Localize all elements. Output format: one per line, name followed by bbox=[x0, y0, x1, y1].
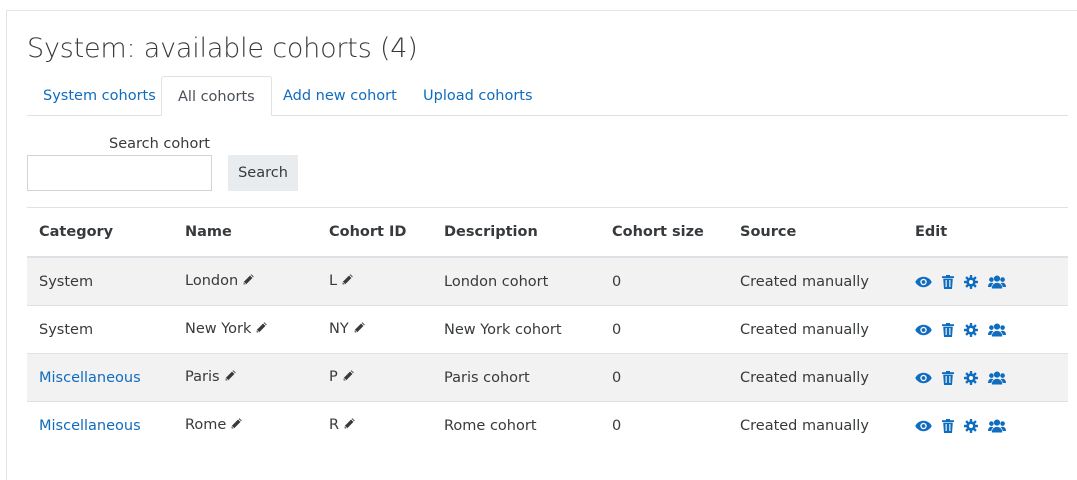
cell-name: New York bbox=[173, 305, 317, 354]
eye-icon[interactable] bbox=[915, 276, 932, 288]
category-text[interactable]: Miscellaneous bbox=[39, 370, 141, 386]
pencil-icon[interactable] bbox=[224, 369, 237, 386]
trash-icon[interactable] bbox=[942, 322, 954, 337]
cell-description: Paris cohort bbox=[432, 353, 600, 402]
name-text: Rome bbox=[185, 417, 227, 433]
header-name: Name bbox=[173, 207, 317, 258]
category-text: System bbox=[39, 273, 94, 290]
cell-name: Paris bbox=[173, 353, 317, 402]
page-title: System: available cohorts (4) bbox=[27, 33, 418, 64]
cell-cohort-id: NY bbox=[317, 305, 432, 354]
pencil-icon[interactable] bbox=[230, 417, 243, 434]
pencil-icon[interactable] bbox=[342, 369, 355, 386]
search-button[interactable]: Search bbox=[228, 155, 298, 191]
table-header-row: Category Name Cohort ID Description Coho… bbox=[27, 207, 1068, 258]
cohorts-table: Category Name Cohort ID Description Coho… bbox=[27, 207, 1068, 449]
eye-icon[interactable] bbox=[915, 420, 932, 432]
cell-description: Rome cohort bbox=[432, 401, 600, 449]
pencil-icon[interactable] bbox=[242, 273, 255, 290]
cell-source: Created manually bbox=[728, 401, 903, 449]
category-text: System bbox=[39, 321, 94, 338]
header-cohort-id: Cohort ID bbox=[317, 207, 432, 258]
cell-cohort-id: L bbox=[317, 256, 432, 306]
cell-source: Created manually bbox=[728, 305, 903, 354]
tab-all-cohorts[interactable]: All cohorts bbox=[161, 76, 272, 116]
gear-icon[interactable] bbox=[964, 370, 978, 385]
table-row: System New York NY New York cohort 0 Created … bbox=[27, 305, 1068, 354]
trash-icon[interactable] bbox=[942, 418, 954, 433]
cohort-id-text: L bbox=[329, 273, 338, 289]
cell-category: System bbox=[27, 256, 173, 306]
trash-icon[interactable] bbox=[942, 370, 954, 385]
tab-system-cohorts[interactable]: System cohorts bbox=[27, 76, 172, 116]
pencil-icon[interactable] bbox=[341, 273, 354, 290]
gear-icon[interactable] bbox=[964, 418, 978, 433]
cell-edit-actions bbox=[903, 353, 1068, 402]
cohort-id-text: P bbox=[329, 369, 338, 385]
cell-cohort-id: R bbox=[317, 401, 432, 449]
cell-category: System bbox=[27, 305, 173, 354]
users-icon[interactable] bbox=[988, 419, 1006, 433]
cell-cohort-id: P bbox=[317, 353, 432, 402]
table-row: Miscellaneous Paris P Paris cohort 0 Created … bbox=[27, 353, 1068, 402]
users-icon[interactable] bbox=[988, 323, 1006, 337]
cell-source: Created manually bbox=[728, 353, 903, 402]
cell-description: New York cohort bbox=[432, 305, 600, 354]
cell-edit-actions bbox=[903, 401, 1068, 449]
header-source: Source bbox=[728, 207, 903, 258]
name-text: Paris bbox=[185, 369, 220, 385]
search-label: Search cohort bbox=[109, 136, 210, 152]
tab-add-new-cohort[interactable]: Add new cohort bbox=[267, 76, 413, 116]
cell-cohort-size: 0 bbox=[600, 401, 728, 449]
users-icon[interactable] bbox=[988, 275, 1006, 289]
header-cohort-size: Cohort size bbox=[600, 207, 728, 258]
eye-icon[interactable] bbox=[915, 372, 932, 384]
cell-cohort-size: 0 bbox=[600, 353, 728, 402]
header-edit: Edit bbox=[903, 207, 1068, 258]
pencil-icon[interactable] bbox=[353, 321, 366, 338]
trash-icon[interactable] bbox=[942, 274, 954, 289]
cell-cohort-size: 0 bbox=[600, 305, 728, 354]
cell-cohort-size: 0 bbox=[600, 256, 728, 306]
cell-edit-actions bbox=[903, 305, 1068, 354]
eye-icon[interactable] bbox=[915, 324, 932, 336]
cell-name: London bbox=[173, 256, 317, 306]
tab-upload-cohorts[interactable]: Upload cohorts bbox=[407, 76, 549, 116]
cell-name: Rome bbox=[173, 401, 317, 449]
header-category: Category bbox=[27, 207, 173, 258]
users-icon[interactable] bbox=[988, 371, 1006, 385]
gear-icon[interactable] bbox=[964, 322, 978, 337]
search-input[interactable] bbox=[27, 155, 212, 191]
tab-bar: System cohorts All cohorts Add new cohor… bbox=[27, 76, 1068, 116]
cohort-id-text: NY bbox=[329, 321, 349, 337]
cell-description: London cohort bbox=[432, 256, 600, 306]
cell-category: Miscellaneous bbox=[27, 353, 173, 402]
gear-icon[interactable] bbox=[964, 274, 978, 289]
cell-edit-actions bbox=[903, 256, 1068, 306]
table-body: System London L London cohort 0 Created manua… bbox=[27, 256, 1068, 449]
pencil-icon[interactable] bbox=[343, 417, 356, 434]
category-text[interactable]: Miscellaneous bbox=[39, 418, 141, 434]
cell-category: Miscellaneous bbox=[27, 401, 173, 449]
table-row: Miscellaneous Rome R Rome cohort 0 Created ma… bbox=[27, 401, 1068, 449]
table-row: System London L London cohort 0 Created manua… bbox=[27, 256, 1068, 306]
name-text: London bbox=[185, 273, 239, 289]
cell-source: Created manually bbox=[728, 256, 903, 306]
header-description: Description bbox=[432, 207, 600, 258]
pencil-icon[interactable] bbox=[255, 321, 268, 338]
cohort-id-text: R bbox=[329, 417, 340, 433]
name-text: New York bbox=[185, 321, 252, 337]
